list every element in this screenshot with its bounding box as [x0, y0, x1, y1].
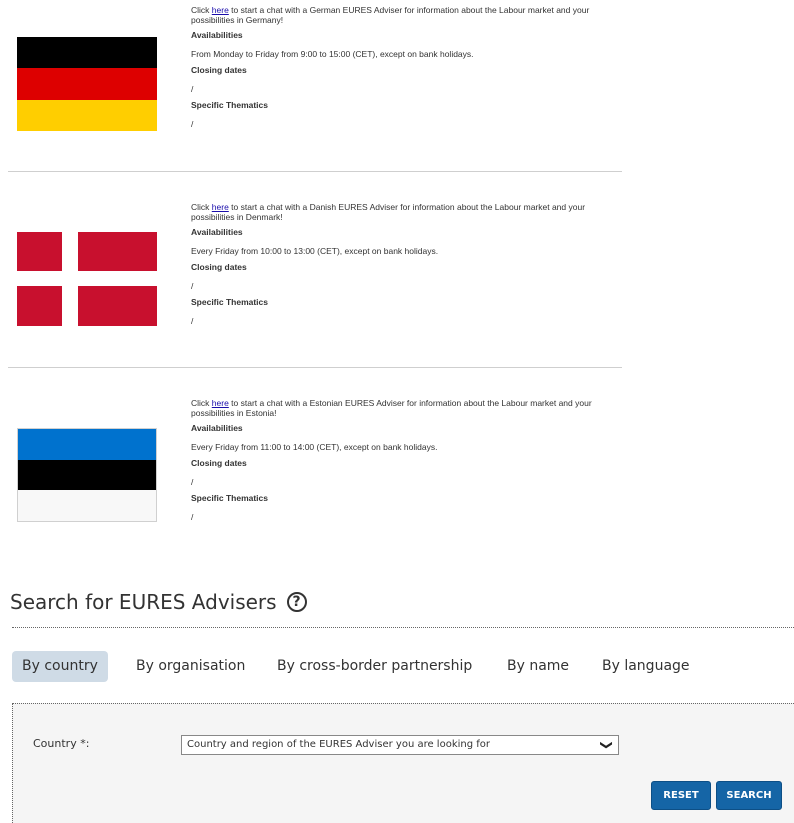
- specific-thematics-value: /: [191, 512, 194, 522]
- search-button[interactable]: SEARCH: [716, 781, 782, 810]
- estonia-flag: [17, 428, 157, 522]
- availabilities-heading: Availabilities: [191, 227, 243, 237]
- closing-dates-heading: Closing dates: [191, 458, 247, 468]
- denmark-flag: [17, 232, 157, 326]
- search-form-panel: Country *: Country and region of the EUR…: [12, 703, 794, 823]
- country-select-value: Country and region of the EURES Adviser …: [187, 739, 491, 750]
- germany-flag: [17, 37, 157, 131]
- help-icon[interactable]: ?: [286, 592, 307, 612]
- specific-thematics-value: /: [191, 119, 194, 129]
- adviser-entry-estonia: Click here to start a chat with a Estoni…: [8, 368, 622, 562]
- tab-by-organisation[interactable]: By organisation: [136, 651, 245, 682]
- specific-thematics-value: /: [191, 316, 194, 326]
- tab-by-country[interactable]: By country: [12, 651, 108, 682]
- divider: [12, 627, 794, 628]
- availabilities-heading: Availabilities: [191, 30, 243, 40]
- tab-by-name[interactable]: By name: [507, 651, 569, 682]
- country-field-label: Country *:: [33, 737, 90, 750]
- reset-button[interactable]: RESET: [651, 781, 711, 810]
- adviser-entry-denmark: Click here to start a chat with a Danish…: [8, 172, 622, 366]
- tab-by-language[interactable]: By language: [602, 651, 690, 682]
- chat-link[interactable]: here: [212, 398, 229, 408]
- chat-link[interactable]: here: [212, 5, 229, 15]
- tab-by-cross-border-partnership[interactable]: By cross-border partnership: [277, 651, 472, 682]
- closing-dates-value: /: [191, 477, 194, 487]
- closing-dates-heading: Closing dates: [191, 262, 247, 272]
- availabilities-value: Every Friday from 11:00 to 14:00 (CET), …: [191, 442, 438, 452]
- page-title: Search for EURES Advisers: [10, 590, 277, 614]
- adviser-entry-germany: Click here to start a chat with a German…: [8, 0, 622, 170]
- closing-dates-value: /: [191, 281, 194, 291]
- availabilities-value: From Monday to Friday from 9:00 to 15:00…: [191, 49, 474, 59]
- country-select[interactable]: Country and region of the EURES Adviser …: [181, 735, 619, 755]
- closing-dates-heading: Closing dates: [191, 65, 247, 75]
- chevron-down-icon: ❯: [599, 739, 614, 751]
- specific-thematics-heading: Specific Thematics: [191, 297, 269, 307]
- availabilities-value: Every Friday from 10:00 to 13:00 (CET), …: [191, 246, 439, 256]
- closing-dates-value: /: [191, 84, 194, 94]
- chat-link[interactable]: here: [212, 202, 229, 212]
- specific-thematics-heading: Specific Thematics: [191, 100, 269, 110]
- search-section-title: Search for EURES Advisers ?: [10, 590, 307, 614]
- specific-thematics-heading: Specific Thematics: [191, 493, 269, 503]
- chat-intro-text: Click here to start a chat with a Estoni…: [191, 398, 592, 418]
- chat-intro-text: Click here to start a chat with a Danish…: [191, 202, 586, 222]
- chat-intro-text: Click here to start a chat with a German…: [191, 5, 590, 25]
- availabilities-heading: Availabilities: [191, 423, 243, 433]
